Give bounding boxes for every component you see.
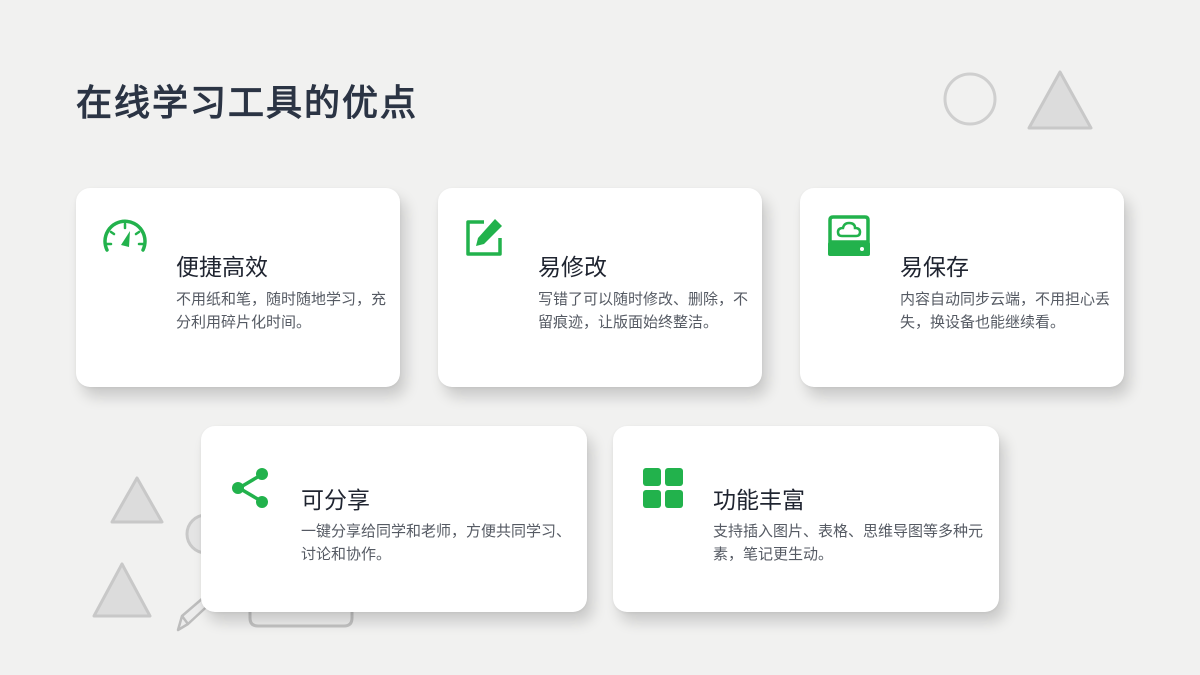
card-title: 易修改 bbox=[538, 255, 607, 281]
feature-card-save: 易保存 内容自动同步云端，不用担心丢失，换设备也能继续看。 bbox=[800, 188, 1124, 387]
circle-decoration-icon bbox=[943, 72, 997, 126]
triangle-decoration-icon bbox=[92, 562, 152, 618]
card-description: 内容自动同步云端，不用担心丢失，换设备也能继续看。 bbox=[900, 290, 1111, 331]
triangle-decoration-icon bbox=[1027, 70, 1093, 130]
card-title: 易保存 bbox=[900, 255, 969, 281]
feature-card-features: 功能丰富 支持插入图片、表格、思维导图等多种元素，笔记更生动。 bbox=[613, 426, 999, 612]
edit-icon bbox=[466, 219, 502, 256]
card-description: 支持插入图片、表格、思维导图等多种元素，笔记更生动。 bbox=[713, 522, 984, 563]
feature-card-editable: 易修改 写错了可以随时修改、删除，不留痕迹，让版面始终整洁。 bbox=[438, 188, 762, 387]
card-description: 不用纸和笔，随时随地学习，充分利用碎片化时间。 bbox=[176, 290, 387, 331]
card-description: 一键分享给同学和老师，方便共同学习、讨论和协作。 bbox=[301, 522, 572, 563]
feature-card-convenient: 便捷高效 不用纸和笔，随时随地学习，充分利用碎片化时间。 bbox=[76, 188, 400, 387]
card-title: 功能丰富 bbox=[713, 488, 805, 514]
cloud-drive-icon bbox=[828, 215, 870, 256]
card-description: 写错了可以随时修改、删除，不留痕迹，让版面始终整洁。 bbox=[538, 290, 749, 331]
feature-card-share: 可分享 一键分享给同学和老师，方便共同学习、讨论和协作。 bbox=[201, 426, 587, 612]
grid-icon bbox=[643, 468, 683, 508]
share-icon bbox=[232, 468, 268, 508]
triangle-decoration-icon bbox=[110, 476, 164, 524]
speedometer-icon bbox=[103, 219, 147, 252]
page-title: 在线学习工具的优点 bbox=[76, 82, 419, 124]
card-title: 可分享 bbox=[301, 488, 370, 514]
card-title: 便捷高效 bbox=[176, 255, 268, 281]
